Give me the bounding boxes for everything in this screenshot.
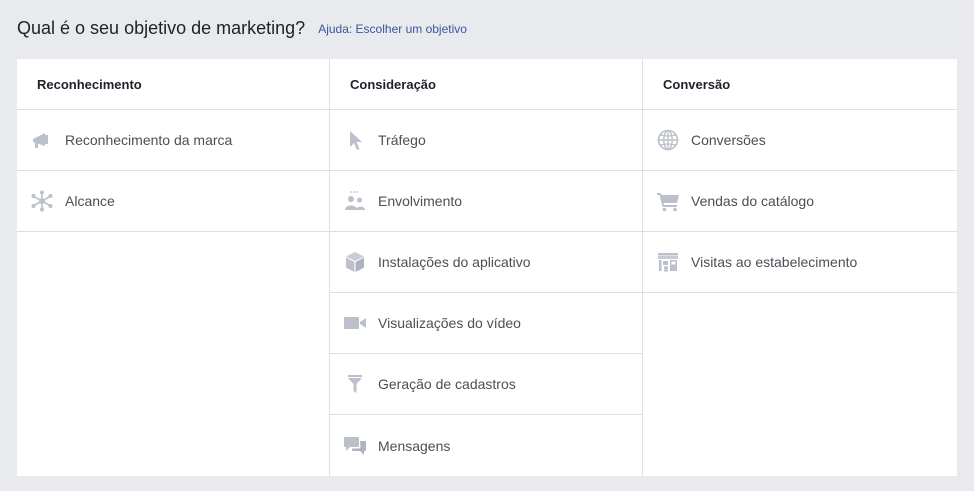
- column-header: Reconhecimento: [17, 59, 329, 110]
- chat-bubbles-icon: [343, 434, 367, 458]
- objective-store-visits[interactable]: Visitas ao estabelecimento: [643, 232, 957, 293]
- people-icon: [343, 189, 367, 213]
- objective-lead-generation[interactable]: Geração de cadastros: [330, 354, 642, 415]
- objective-messages[interactable]: Mensagens: [330, 415, 642, 476]
- cursor-icon: [343, 128, 367, 152]
- network-icon: [30, 189, 54, 213]
- objective-engagement[interactable]: Envolvimento: [330, 171, 642, 232]
- objective-label: Reconhecimento da marca: [65, 132, 233, 148]
- objective-conversions[interactable]: Conversões: [643, 110, 957, 171]
- column-conversion: Conversão Conversões Vendas do catálogo …: [643, 59, 957, 476]
- shopping-cart-icon: [656, 189, 680, 213]
- page-title: Qual é o seu objetivo de marketing?: [17, 18, 306, 38]
- globe-icon: [656, 128, 680, 152]
- column-header: Consideração: [330, 59, 642, 110]
- video-camera-icon: [343, 311, 367, 335]
- objective-label: Visualizações do vídeo: [378, 315, 521, 331]
- objective-label: Instalações do aplicativo: [378, 254, 531, 270]
- funnel-icon: [343, 372, 367, 396]
- objective-label: Alcance: [65, 193, 115, 209]
- objective-video-views[interactable]: Visualizações do vídeo: [330, 293, 642, 354]
- column-header: Conversão: [643, 59, 957, 110]
- objective-brand-awareness[interactable]: Reconhecimento da marca: [17, 110, 329, 171]
- header: Qual é o seu objetivo de marketing? Ajud…: [17, 14, 467, 42]
- objective-label: Conversões: [691, 132, 766, 148]
- storefront-icon: [656, 250, 680, 274]
- column-consideration: Consideração Tráfego Envolvimento Instal…: [330, 59, 643, 476]
- objective-label: Envolvimento: [378, 193, 463, 209]
- objective-label: Vendas do catálogo: [691, 193, 814, 209]
- objective-app-installs[interactable]: Instalações do aplicativo: [330, 232, 642, 293]
- objective-traffic[interactable]: Tráfego: [330, 110, 642, 171]
- page: Qual é o seu objetivo de marketing? Ajud…: [0, 0, 974, 491]
- objective-label: Mensagens: [378, 437, 451, 454]
- objective-label: Geração de cadastros: [378, 376, 516, 392]
- objective-label: Tráfego: [378, 132, 426, 148]
- objective-catalog-sales[interactable]: Vendas do catálogo: [643, 171, 957, 232]
- objective-label: Visitas ao estabelecimento: [691, 254, 858, 270]
- column-awareness: Reconhecimento Reconhecimento da marca A…: [17, 59, 330, 476]
- objective-reach[interactable]: Alcance: [17, 171, 329, 232]
- help-link[interactable]: Ajuda: Escolher um objetivo: [318, 15, 467, 43]
- megaphone-icon: [30, 128, 54, 152]
- box-icon: [343, 250, 367, 274]
- objective-grid: Reconhecimento Reconhecimento da marca A…: [17, 59, 957, 476]
